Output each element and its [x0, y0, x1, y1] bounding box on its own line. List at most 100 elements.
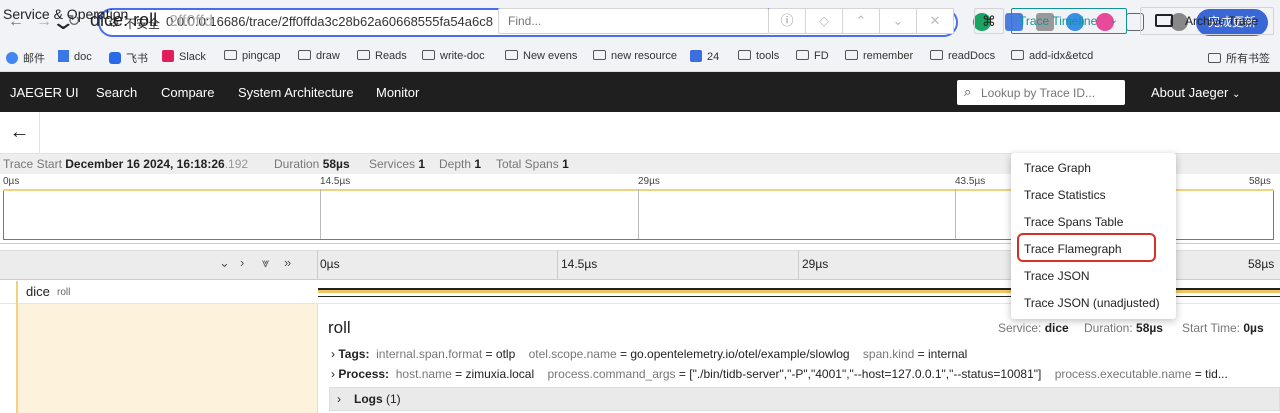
timeline-tick: 29µs — [802, 257, 829, 271]
trace-duration: Duration 58µs — [274, 157, 350, 171]
jaeger-brand[interactable]: JAEGER UI — [10, 85, 79, 100]
next-result-icon[interactable]: ⌄ — [880, 8, 917, 34]
bookmark-draw[interactable]: draw — [298, 50, 340, 62]
folder-icon — [298, 50, 311, 60]
span-service-name: dice — [26, 284, 50, 299]
bookmark-new-evens[interactable]: New evens — [505, 50, 577, 62]
bookmark-readdocs[interactable]: readDocs — [930, 50, 995, 62]
trace-id-short: 2ff0ffd — [169, 13, 213, 30]
folder-icon — [845, 50, 858, 60]
search-icon: ⌕ — [964, 84, 972, 99]
locate-icon[interactable]: ◇ — [806, 8, 843, 34]
menu-item-trace-spans-table[interactable]: Trace Spans Table — [1024, 215, 1123, 229]
trace-id-lookup[interactable]: ⌕ — [957, 80, 1125, 105]
trace-depth: Depth 1 — [439, 157, 482, 171]
tags-row[interactable]: › Tags: internal.span.format = otlp otel… — [331, 347, 967, 361]
bookmark-remember[interactable]: remember — [845, 50, 913, 62]
logs-row[interactable]: › Logs (1) — [329, 387, 1280, 411]
back-arrow-icon[interactable]: ← — [0, 112, 40, 154]
expand-one-icon[interactable]: › — [240, 255, 244, 270]
clear-search-icon[interactable]: ✕ — [917, 8, 954, 34]
folder-icon — [422, 50, 435, 60]
folder-icon — [930, 50, 943, 60]
column-divider[interactable] — [317, 250, 318, 280]
menu-item-trace-statistics[interactable]: Trace Statistics — [1024, 188, 1106, 202]
prev-result-icon[interactable]: ⌃ — [843, 8, 880, 34]
chevron-down-icon: ⌄ — [1231, 89, 1241, 100]
bookmark-slack[interactable]: Slack — [162, 50, 206, 63]
bookmark-fd[interactable]: FD — [796, 50, 829, 62]
minimap-tick: 43.5µs — [955, 176, 986, 187]
archive-trace-button[interactable]: Archive Trace — [1140, 7, 1274, 35]
bookmark-mail[interactable]: 邮件 — [6, 50, 45, 66]
span-detail-gutter — [18, 304, 317, 413]
trace-start: Trace Start December 16 2024, 16:18:26.1… — [3, 157, 249, 171]
bookmark-write-doc[interactable]: write-doc — [422, 50, 485, 62]
timeline-gridline — [557, 250, 558, 280]
collapse-all-icon[interactable]: ⩔ — [262, 255, 269, 271]
timeline-tick: 58µs — [1248, 257, 1275, 271]
service-operation-title: Service & Operation — [3, 6, 129, 22]
timeline-gridline — [798, 250, 799, 280]
archive-icon — [1155, 14, 1173, 27]
minimap-tick: 14.5µs — [320, 176, 351, 187]
nav-monitor[interactable]: Monitor — [376, 85, 419, 100]
minimap-tick: 58µs — [1249, 176, 1271, 187]
nav-compare[interactable]: Compare — [161, 85, 214, 100]
nav-search[interactable]: Search — [96, 85, 137, 100]
folder-icon — [1011, 50, 1024, 60]
bookmark-pingcap[interactable]: pingcap — [224, 50, 281, 62]
trace-page-header: ← — [0, 112, 1280, 154]
minimap-tick: 29µs — [638, 176, 660, 187]
folder-icon — [224, 50, 237, 60]
chevron-down-icon: ⌄ — [1109, 15, 1118, 26]
trace-id-input[interactable] — [981, 83, 1121, 102]
trace-view-select[interactable]: Trace Timeline ⌄ — [1011, 8, 1127, 34]
folder-icon — [505, 50, 518, 60]
bookmark-new-resource[interactable]: new resource — [593, 50, 677, 62]
flamegraph-highlight-annotation — [1017, 233, 1156, 262]
span-detail-service: Service: dice — [998, 321, 1069, 335]
menu-item-trace-json[interactable]: Trace JSON — [1024, 269, 1090, 283]
bookmark-24[interactable]: 24 — [690, 50, 719, 63]
chevron-right-icon: › — [337, 392, 341, 406]
span-detail-duration: Duration: 58µs — [1084, 321, 1163, 335]
folder-icon — [357, 50, 370, 60]
nav-system-architecture[interactable]: System Architecture — [238, 85, 354, 100]
find-input[interactable] — [498, 8, 769, 34]
bookmarks-bar: 邮件 doc 飞书 Slack pingcap draw Reads write… — [0, 44, 1280, 72]
bookmark-feishu[interactable]: 飞书 — [109, 50, 148, 66]
bookmark-reads[interactable]: Reads — [357, 50, 407, 62]
span-detail-start: Start Time: 0µs — [1182, 321, 1264, 335]
help-icon[interactable]: ⓘ — [769, 8, 806, 34]
url-text[interactable]: 0.0.0.0:16686/trace/2ff0ffda3c28b62a6066… — [166, 14, 493, 29]
folder-icon — [738, 50, 751, 60]
minimap-tick: 0µs — [3, 176, 20, 187]
timeline-tick: 0µs — [320, 257, 340, 271]
expand-all-icon[interactable]: » — [284, 255, 291, 270]
timeline-tick: 14.5µs — [561, 257, 598, 271]
bookmark-all[interactable]: 所有书签 — [1208, 50, 1270, 66]
process-row[interactable]: › Process: host.name = zimuxia.local pro… — [331, 367, 1228, 381]
folder-icon — [1208, 53, 1221, 63]
span-color-accent — [16, 281, 18, 304]
about-jaeger-menu[interactable]: About Jaeger ⌄ — [1151, 85, 1240, 100]
bookmark-tools[interactable]: tools — [738, 50, 779, 62]
minimap-gridline — [638, 189, 639, 239]
span-detail-title: roll — [328, 318, 351, 337]
span-color-accent — [16, 304, 18, 413]
minimap-gridline — [320, 189, 321, 239]
keyboard-shortcuts-icon[interactable]: ⌘ — [974, 8, 1004, 34]
trace-services: Services 1 — [369, 157, 426, 171]
bookmark-add-idx[interactable]: add-idx&etcd — [1011, 50, 1093, 62]
menu-item-trace-json-unadjusted[interactable]: Trace JSON (unadjusted) — [1024, 296, 1160, 310]
bookmark-doc[interactable]: doc — [58, 50, 92, 63]
span-operation-name: roll — [57, 287, 71, 298]
collapse-one-icon[interactable]: ⌄ — [219, 255, 230, 271]
minimap-gridline — [955, 189, 956, 239]
folder-icon — [796, 50, 809, 60]
folder-icon — [593, 50, 606, 60]
trace-total-spans: Total Spans 1 — [496, 157, 569, 171]
menu-item-trace-graph[interactable]: Trace Graph — [1024, 161, 1091, 175]
chevron-right-icon: › — [331, 347, 335, 361]
